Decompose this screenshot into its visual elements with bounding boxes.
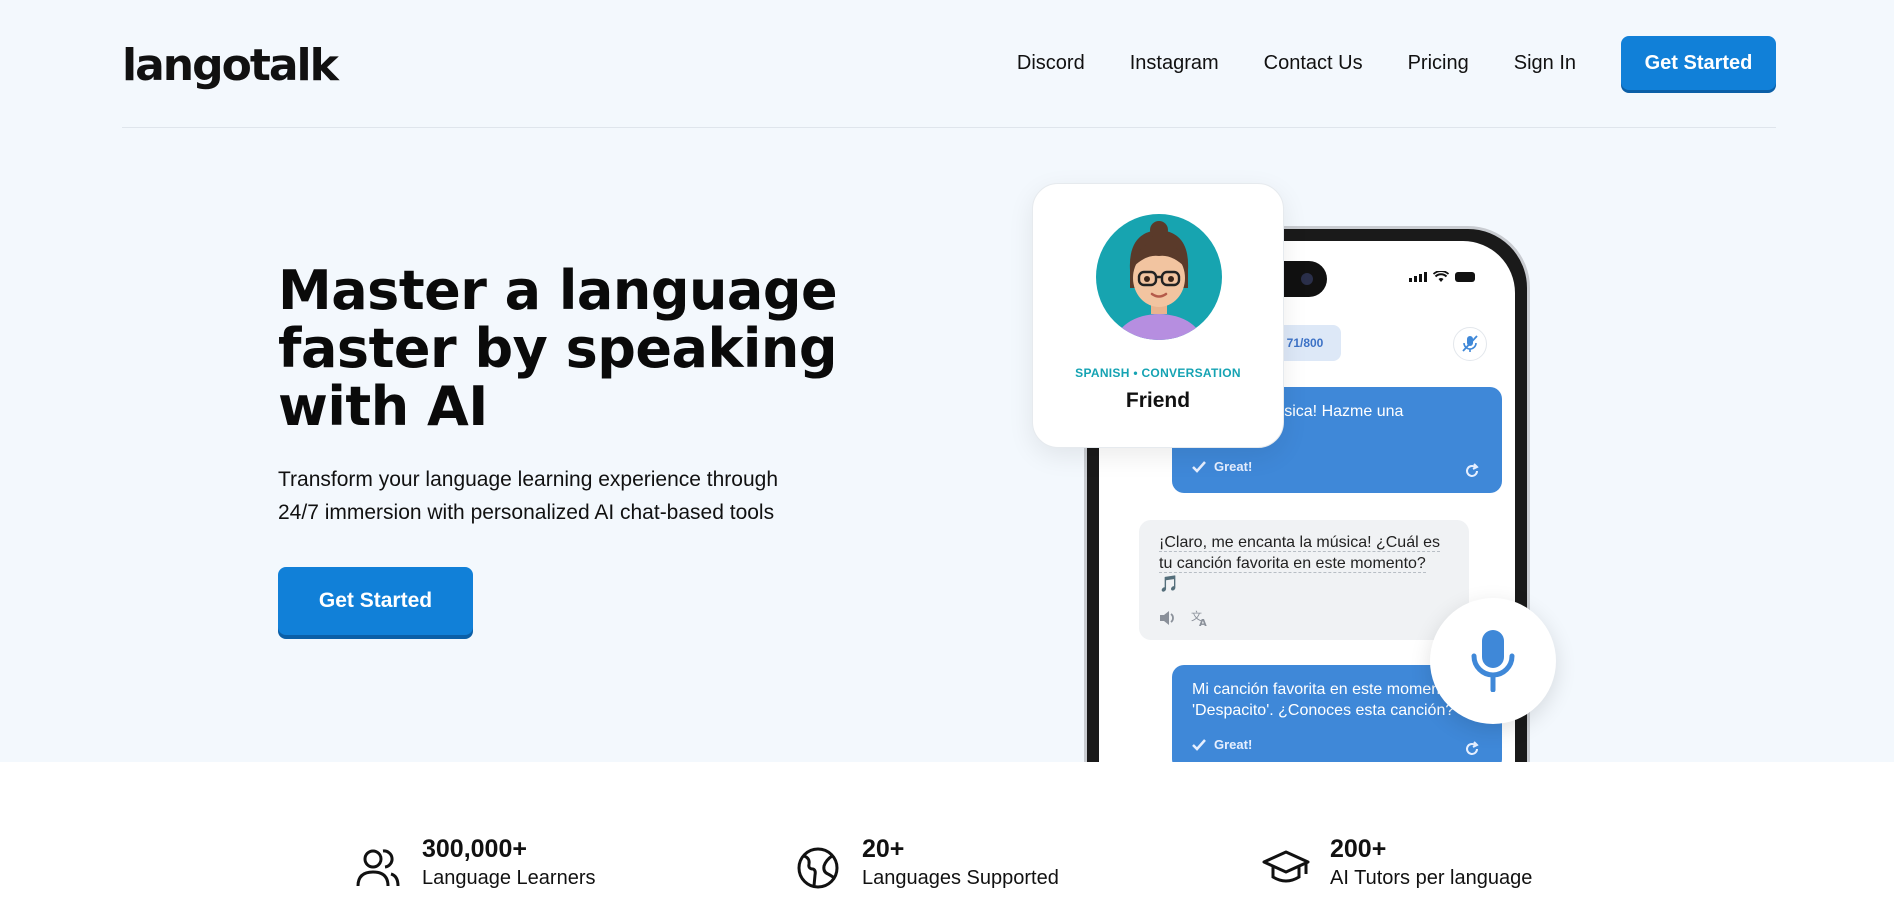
stat-value: 300,000+ xyxy=(422,835,527,863)
nav-link-sign-in[interactable]: Sign In xyxy=(1514,52,1576,75)
feedback-label: Great! xyxy=(1214,737,1253,752)
music-note-emoji: 🎵 xyxy=(1159,576,1179,593)
stat-label: AI Tutors per language xyxy=(1330,867,1533,889)
stat-value: 20+ xyxy=(862,835,905,863)
hero-headline-line: Master a language xyxy=(278,259,838,322)
message-line: ¡Claro, me encanta la música! ¿Cuál es xyxy=(1159,534,1440,552)
hero-section: langotalk Discord Instagram Contact Us P… xyxy=(0,0,1894,762)
header-get-started-button[interactable]: Get Started xyxy=(1621,36,1776,90)
stat-label: Language Learners xyxy=(422,867,596,889)
mic-off-icon xyxy=(1462,335,1478,352)
record-microphone-button[interactable] xyxy=(1430,598,1556,724)
ai-message-bubble: ¡Claro, me encanta la música! ¿Cuál es t… xyxy=(1139,520,1469,640)
tutor-profile-card[interactable]: SPANISH • CONVERSATION Friend xyxy=(1032,183,1284,448)
stat-learners: 300,000+ Language Learners xyxy=(354,834,595,892)
tutor-language-tag: SPANISH • CONVERSATION xyxy=(1075,366,1241,380)
hero-subtitle-line: 24/7 immersion with personalized AI chat… xyxy=(278,501,775,524)
retry-icon[interactable] xyxy=(1464,741,1480,757)
svg-text:A: A xyxy=(1199,618,1207,626)
hero-headline: Master a language faster by speaking wit… xyxy=(278,262,838,436)
microphone-icon xyxy=(1471,630,1515,692)
stat-text: 200+ AI Tutors per language xyxy=(1330,834,1532,892)
feedback-badge: Great! xyxy=(1192,734,1252,755)
nav-link-contact-us[interactable]: Contact Us xyxy=(1264,52,1363,75)
check-icon xyxy=(1192,460,1206,473)
speaker-icon[interactable] xyxy=(1159,610,1177,626)
tutor-name: Friend xyxy=(1125,389,1191,412)
status-bar-icons xyxy=(1409,271,1475,283)
message-text: ¡Claro, me encanta la música! ¿Cuál es t… xyxy=(1159,532,1459,595)
stat-tutors: 200+ AI Tutors per language xyxy=(1262,834,1532,892)
translate-icon[interactable]: 文A xyxy=(1191,610,1209,626)
retry-icon[interactable] xyxy=(1464,463,1480,479)
site-header: langotalk Discord Instagram Contact Us P… xyxy=(122,0,1776,128)
message-line: tu canción favorita en este momento? xyxy=(1159,555,1426,573)
stat-label: Languages Supported xyxy=(862,867,1059,889)
users-icon xyxy=(356,849,400,887)
hero-subtitle-line: Transform your language learning experie… xyxy=(278,468,779,491)
feedback-label: Great! xyxy=(1214,459,1253,474)
message-tools: 文A xyxy=(1159,610,1209,626)
signal-icon xyxy=(1409,272,1427,282)
graduation-cap-icon xyxy=(1262,850,1310,883)
battery-icon xyxy=(1455,272,1475,282)
check-icon xyxy=(1192,738,1206,751)
hero-get-started-button[interactable]: Get Started xyxy=(278,567,473,635)
globe-icon xyxy=(797,847,839,889)
hero-subtitle: Transform your language learning experie… xyxy=(278,463,838,529)
nav-link-pricing[interactable]: Pricing xyxy=(1408,52,1469,75)
stat-text: 300,000+ Language Learners xyxy=(422,834,595,892)
tutor-avatar xyxy=(1096,214,1222,340)
feedback-badge: Great! xyxy=(1192,456,1252,477)
hero-headline-line: faster by speaking xyxy=(278,317,837,380)
main-nav: Discord Instagram Contact Us Pricing Sig… xyxy=(972,36,1776,90)
stat-languages: 20+ Languages Supported xyxy=(794,834,1059,892)
wifi-icon xyxy=(1433,271,1449,282)
brand-logo[interactable]: langotalk xyxy=(122,40,339,91)
hero-headline-line: with AI xyxy=(278,375,488,438)
mic-mute-button[interactable] xyxy=(1453,327,1487,361)
stat-text: 20+ Languages Supported xyxy=(862,834,1059,892)
message-line: 'Despacito'. ¿Conoces esta canción? xyxy=(1192,702,1455,719)
stat-value: 200+ xyxy=(1330,835,1387,863)
nav-link-discord[interactable]: Discord xyxy=(1017,52,1085,75)
message-text: música! Hazme una xyxy=(1262,403,1404,420)
nav-link-instagram[interactable]: Instagram xyxy=(1130,52,1219,75)
